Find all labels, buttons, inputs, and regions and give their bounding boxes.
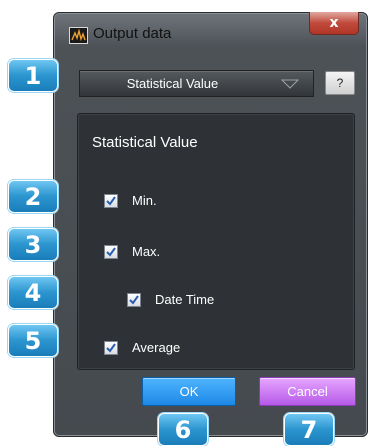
check-icon: [129, 294, 139, 305]
callout-badge-4: 4: [8, 276, 58, 309]
output-data-dialog: Output data x Statistical Value ? Statis…: [53, 12, 368, 437]
option-date-time[interactable]: Date Time: [127, 292, 214, 307]
close-icon: x: [329, 15, 339, 31]
option-average[interactable]: Average: [104, 340, 180, 355]
callout-badge-1: 1: [8, 59, 58, 92]
callout-badge-6: 6: [158, 413, 208, 446]
min-checkbox[interactable]: [104, 193, 118, 208]
ok-button[interactable]: OK: [142, 377, 236, 406]
check-icon: [106, 195, 116, 206]
callout-badge-3: 3: [8, 228, 58, 261]
group-title: Statistical Value: [92, 134, 198, 151]
callout-badge-5: 5: [8, 324, 58, 357]
help-button[interactable]: ?: [325, 71, 355, 95]
date-time-label: Date Time: [155, 292, 215, 307]
statistical-value-group: Statistical Value Min. Max. Date Time Av…: [77, 113, 355, 370]
callout-badge-7: 7: [284, 413, 334, 446]
average-label: Average: [132, 340, 181, 355]
window-title: Output data: [93, 25, 172, 42]
min-label: Min.: [132, 193, 157, 208]
dropdown-selected-value: Statistical Value: [126, 76, 219, 91]
chevron-down-icon: [281, 79, 299, 89]
check-icon: [106, 246, 116, 257]
close-button[interactable]: x: [309, 12, 359, 35]
option-min[interactable]: Min.: [104, 193, 157, 208]
max-label: Max.: [132, 244, 161, 259]
callout-badge-2: 2: [8, 180, 58, 213]
option-max[interactable]: Max.: [104, 244, 160, 259]
cancel-button[interactable]: Cancel: [259, 377, 356, 406]
date-time-checkbox[interactable]: [127, 292, 141, 307]
output-type-dropdown[interactable]: Statistical Value: [79, 70, 314, 97]
title-bar[interactable]: Output data x: [54, 12, 367, 49]
max-checkbox[interactable]: [104, 244, 118, 259]
average-checkbox[interactable]: [104, 340, 118, 355]
check-icon: [106, 342, 116, 353]
app-icon: [69, 27, 88, 44]
